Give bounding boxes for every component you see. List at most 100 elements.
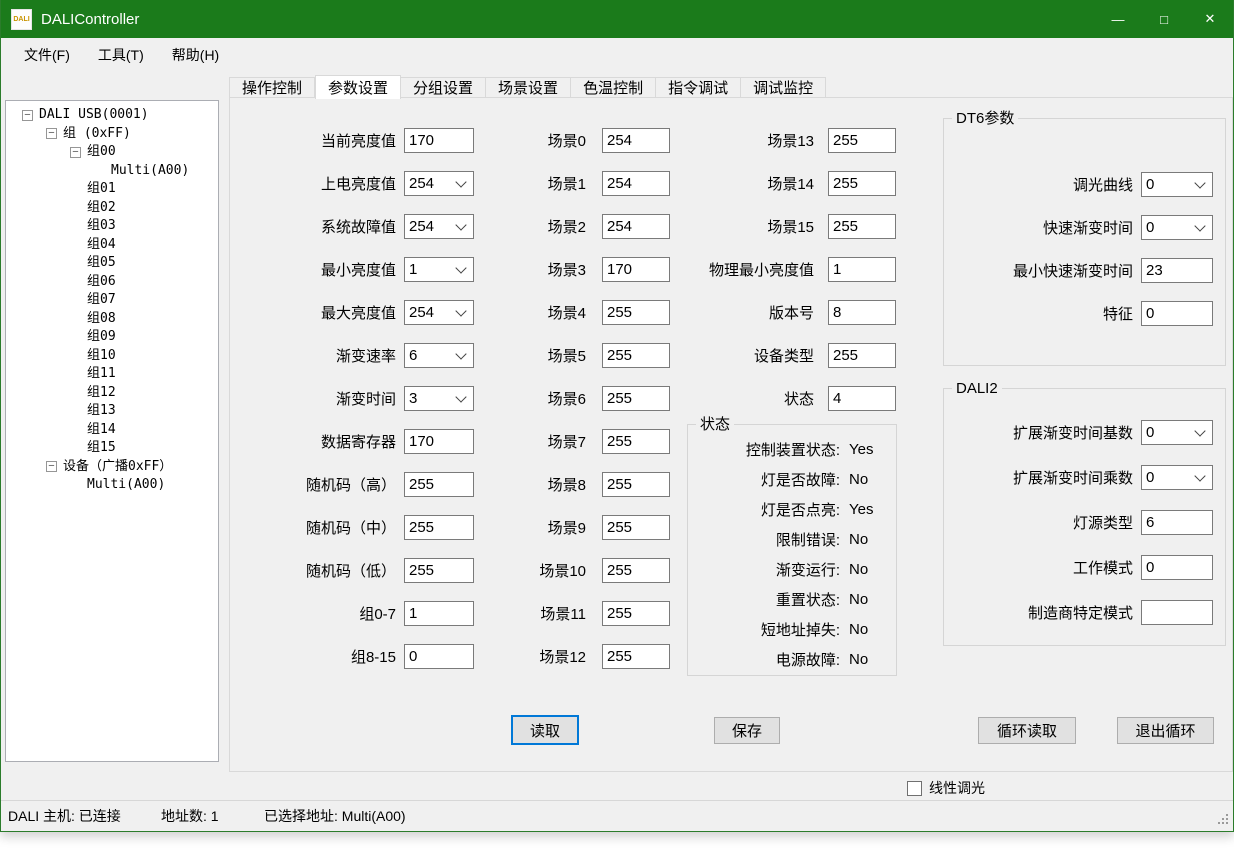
tree-item[interactable]: 组11 <box>6 365 218 384</box>
input-scene-9[interactable] <box>602 515 670 540</box>
tab-command-debug[interactable]: 指令调试 <box>656 77 741 98</box>
field-label: 制造商特定模式 <box>944 602 1133 623</box>
combo-dimming-curve[interactable]: 0 <box>1141 172 1213 197</box>
tree-item[interactable]: 组15 <box>6 439 218 458</box>
tree-expander-icon[interactable]: − <box>46 461 57 472</box>
tree-expander-icon[interactable]: − <box>70 147 81 158</box>
input-scene-10[interactable] <box>602 558 670 583</box>
loop-read-button[interactable]: 循环读取 <box>978 717 1076 744</box>
menu-item-tools[interactable]: 工具(T) <box>84 42 158 68</box>
input-scene-13[interactable] <box>828 128 896 153</box>
tree-item[interactable]: 组04 <box>6 236 218 255</box>
field-row: 系统故障值254 <box>259 205 474 248</box>
input-scene-8[interactable] <box>602 472 670 497</box>
tree-item[interactable]: 组03 <box>6 217 218 236</box>
close-button[interactable]: ✕ <box>1187 0 1233 38</box>
input-current-level[interactable] <box>404 128 474 153</box>
input-scene-11[interactable] <box>602 601 670 626</box>
tree-item[interactable]: 组01 <box>6 180 218 199</box>
combo-fast-fade-time[interactable]: 0 <box>1141 215 1213 240</box>
input-features[interactable] <box>1141 301 1213 326</box>
input-scene-1[interactable] <box>602 171 670 196</box>
status-label: 控制装置状态: <box>688 439 840 460</box>
tree-item[interactable]: 组09 <box>6 328 218 347</box>
field-row: 状态 <box>689 377 896 420</box>
tree-item[interactable]: −设备（广播0xFF） <box>6 458 218 477</box>
input-scene-0[interactable] <box>602 128 670 153</box>
tab-debug-monitor[interactable]: 调试监控 <box>741 77 826 98</box>
combo-value: 6 <box>409 347 457 364</box>
field-label: 物理最小亮度值 <box>689 259 814 280</box>
maximize-button[interactable]: □ <box>1141 0 1187 38</box>
tree-item[interactable]: −组00 <box>6 143 218 162</box>
input-scene-14[interactable] <box>828 171 896 196</box>
tree-item[interactable]: 组07 <box>6 291 218 310</box>
tab-operation-control[interactable]: 操作控制 <box>229 77 315 98</box>
input-min-fast-fade-time[interactable] <box>1141 258 1213 283</box>
combo-ext-fade-time-multiplier[interactable]: 0 <box>1141 465 1213 490</box>
tree-item[interactable]: 组13 <box>6 402 218 421</box>
input-scene-15[interactable] <box>828 214 896 239</box>
combo-value: 1 <box>409 261 457 278</box>
tree-item[interactable]: −组 (0xFF) <box>6 125 218 144</box>
tab-parameter-settings[interactable]: 参数设置 <box>315 75 401 99</box>
input-scene-3[interactable] <box>602 257 670 282</box>
tree-item[interactable]: 组10 <box>6 347 218 366</box>
input-scene-12[interactable] <box>602 644 670 669</box>
input-scene-7[interactable] <box>602 429 670 454</box>
checkbox-box[interactable] <box>907 781 922 796</box>
tab-group-settings[interactable]: 分组设置 <box>401 77 486 98</box>
tree-item[interactable]: Multi(A00) <box>6 476 218 495</box>
tab-scene-settings[interactable]: 场景设置 <box>486 77 571 98</box>
menu-item-file[interactable]: 文件(F) <box>10 42 84 68</box>
combo-max-level[interactable]: 254 <box>404 300 474 325</box>
tree-item[interactable]: 组05 <box>6 254 218 273</box>
field-row: 物理最小亮度值 <box>689 248 896 291</box>
tab-color-temp-control[interactable]: 色温控制 <box>571 77 656 98</box>
tree-item[interactable]: 组06 <box>6 273 218 292</box>
combo-system-failure-level[interactable]: 254 <box>404 214 474 239</box>
param-column-info: 场景13场景14场景15物理最小亮度值版本号设备类型状态 <box>689 119 896 420</box>
input-status[interactable] <box>828 386 896 411</box>
input-group-0-7[interactable] <box>404 601 474 626</box>
input-operating-mode[interactable] <box>1141 555 1213 580</box>
linear-dimming-checkbox[interactable]: 线性调光 <box>907 778 985 798</box>
resize-grip-icon[interactable] <box>1226 822 1228 824</box>
input-device-type[interactable] <box>828 343 896 368</box>
input-scene-5[interactable] <box>602 343 670 368</box>
input-scene-4[interactable] <box>602 300 670 325</box>
read-button[interactable]: 读取 <box>511 715 579 745</box>
input-random-code-low[interactable] <box>404 558 474 583</box>
exit-loop-button[interactable]: 退出循环 <box>1117 717 1214 744</box>
status-row: 重置状态:No <box>688 584 896 614</box>
save-button[interactable]: 保存 <box>714 717 780 744</box>
tree-expander-icon[interactable]: − <box>46 128 57 139</box>
minimize-button[interactable]: — <box>1095 0 1141 38</box>
chevron-down-icon <box>455 219 466 230</box>
combo-ext-fade-time-base[interactable]: 0 <box>1141 420 1213 445</box>
input-physical-min-level[interactable] <box>828 257 896 282</box>
field-row: 最小快速渐变时间 <box>944 249 1225 292</box>
combo-fade-rate[interactable]: 6 <box>404 343 474 368</box>
combo-power-on-level[interactable]: 254 <box>404 171 474 196</box>
input-random-code-mid[interactable] <box>404 515 474 540</box>
tree-item[interactable]: 组12 <box>6 384 218 403</box>
menu-item-help[interactable]: 帮助(H) <box>158 42 233 68</box>
input-scene-6[interactable] <box>602 386 670 411</box>
param-column-scenes: 场景0场景1场景2场景3场景4场景5场景6场景7场景8场景9场景10场景11场景… <box>506 119 670 678</box>
tree-item[interactable]: 组14 <box>6 421 218 440</box>
input-scene-2[interactable] <box>602 214 670 239</box>
tree-item[interactable]: 组02 <box>6 199 218 218</box>
input-group-8-15[interactable] <box>404 644 474 669</box>
tree-item[interactable]: Multi(A00) <box>6 162 218 181</box>
input-data-register[interactable] <box>404 429 474 454</box>
tree-item[interactable]: −DALI USB(0001) <box>6 106 218 125</box>
input-version[interactable] <box>828 300 896 325</box>
tree-expander-icon[interactable]: − <box>22 110 33 121</box>
combo-fade-time[interactable]: 3 <box>404 386 474 411</box>
combo-min-level[interactable]: 1 <box>404 257 474 282</box>
input-random-code-high[interactable] <box>404 472 474 497</box>
input-light-source-type[interactable] <box>1141 510 1213 535</box>
tree-item[interactable]: 组08 <box>6 310 218 329</box>
input-manufacturer-specific-mode[interactable] <box>1141 600 1213 625</box>
